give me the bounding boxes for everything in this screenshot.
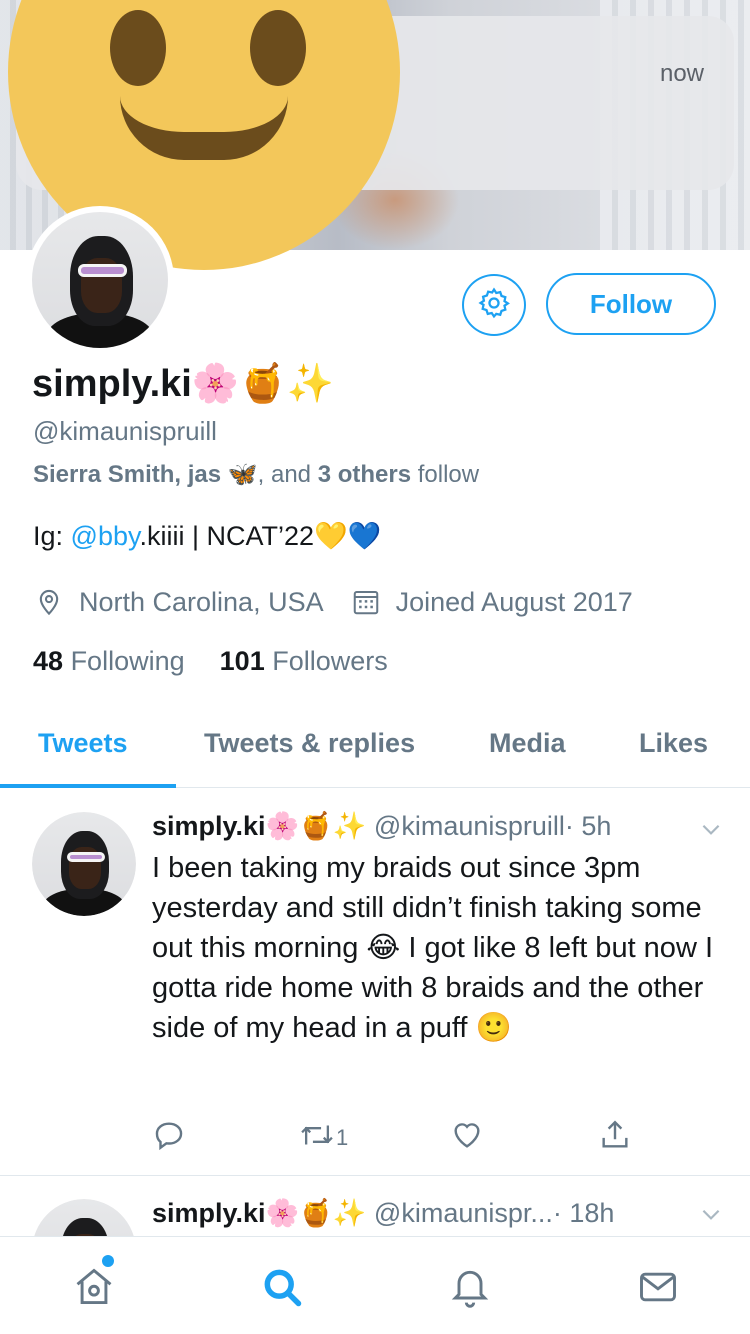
follow-button[interactable]: Follow <box>546 273 716 335</box>
notifications-icon[interactable] <box>446 1263 494 1311</box>
sticker-eye <box>250 10 306 86</box>
tweet-actions: 1 <box>150 1118 650 1158</box>
search-icon[interactable] <box>258 1263 306 1311</box>
followers-count: 101 <box>219 646 265 676</box>
sticker-mouth <box>120 96 288 160</box>
followed-by-suffix: follow <box>411 461 480 488</box>
retweet-icon <box>298 1118 336 1158</box>
bio-prefix: Ig: <box>33 521 71 551</box>
gear-icon <box>477 286 511 325</box>
profile-meta: North Carolina, USA Joined August 2017 <box>33 586 633 618</box>
reply-icon[interactable] <box>152 1118 186 1152</box>
profile-location: North Carolina, USA <box>79 586 324 617</box>
bio-suffix: .kiiii | NCAT’22💛💙 <box>139 521 382 551</box>
chevron-down-icon[interactable] <box>698 1201 724 1232</box>
tweet-time: · 5h <box>564 811 612 841</box>
followers-label: Followers <box>272 646 388 676</box>
bottom-tab-bar <box>0 1236 750 1334</box>
retweet-button[interactable]: 1 <box>298 1118 348 1158</box>
tweet-header: simply.ki🌸🍯✨ @kimaunispr...· 18h <box>152 1197 614 1229</box>
profile-bio: Ig: @bby.kiiii | NCAT’22💛💙 <box>33 520 381 552</box>
like-icon[interactable] <box>450 1118 484 1152</box>
tweet-author-name[interactable]: simply.ki🌸🍯✨ <box>152 1198 366 1228</box>
followers-link[interactable]: 101 Followers <box>220 646 388 676</box>
followed-by-joiner: , and <box>257 461 318 488</box>
avatar-image <box>32 212 168 348</box>
tweet-header: simply.ki🌸🍯✨ @kimaunispruill· 5h <box>152 810 611 842</box>
profile-tabs: Tweets Tweets & replies Media Likes <box>0 710 750 788</box>
tweet-author-name[interactable]: simply.ki🌸🍯✨ <box>152 811 366 841</box>
followed-by-names: Sierra Smith, jas 🦋 <box>33 461 258 488</box>
messages-icon[interactable] <box>634 1263 682 1311</box>
tweet-time: · 18h <box>552 1198 615 1228</box>
tweet-author-handle: @kimaunispr... <box>373 1198 553 1228</box>
profile-name: simply.ki🌸🍯✨ <box>32 363 334 405</box>
following-link[interactable]: 48 Following <box>33 646 185 676</box>
profile-avatar[interactable] <box>26 206 174 354</box>
tweet-author-handle: @kimaunispruill <box>373 811 565 841</box>
tab-likes[interactable]: Likes <box>639 728 708 759</box>
tweet-item[interactable]: simply.ki🌸🍯✨ @kimaunispruill· 5h I been … <box>0 788 750 1176</box>
tweet-avatar[interactable] <box>32 812 136 916</box>
followed-by[interactable]: Sierra Smith, jas 🦋, and 3 others follow <box>33 460 479 489</box>
profile-handle: @kimaunispruill <box>33 416 217 446</box>
sticker-eye <box>110 10 166 86</box>
tweet-avatar[interactable] <box>32 1199 136 1237</box>
new-content-indicator <box>102 1255 114 1267</box>
profile-counts: 48 Following 101 Followers <box>33 646 388 677</box>
tweet-text: I been taking my braids out since 3pm ye… <box>152 852 713 1044</box>
profile-joined: Joined August 2017 <box>395 586 633 617</box>
followed-by-others: 3 others <box>317 461 412 488</box>
tab-tweets[interactable]: Tweets <box>38 728 128 759</box>
chevron-down-icon[interactable] <box>698 816 724 847</box>
bio-mention-link[interactable]: @bby <box>71 521 140 551</box>
retweet-count: 1 <box>336 1125 349 1150</box>
settings-button[interactable] <box>462 274 526 336</box>
following-count: 48 <box>33 646 64 676</box>
notification-time: now <box>659 60 704 87</box>
calendar-icon <box>350 586 382 618</box>
share-icon[interactable] <box>598 1118 632 1152</box>
tweet-item[interactable]: simply.ki🌸🍯✨ @kimaunispr...· 18h <box>0 1177 750 1237</box>
following-label: Following <box>70 646 185 676</box>
location-icon <box>33 586 65 618</box>
tab-tweets-and-replies[interactable]: Tweets & replies <box>204 728 415 759</box>
home-icon[interactable] <box>70 1263 118 1311</box>
tab-media[interactable]: Media <box>489 728 566 759</box>
